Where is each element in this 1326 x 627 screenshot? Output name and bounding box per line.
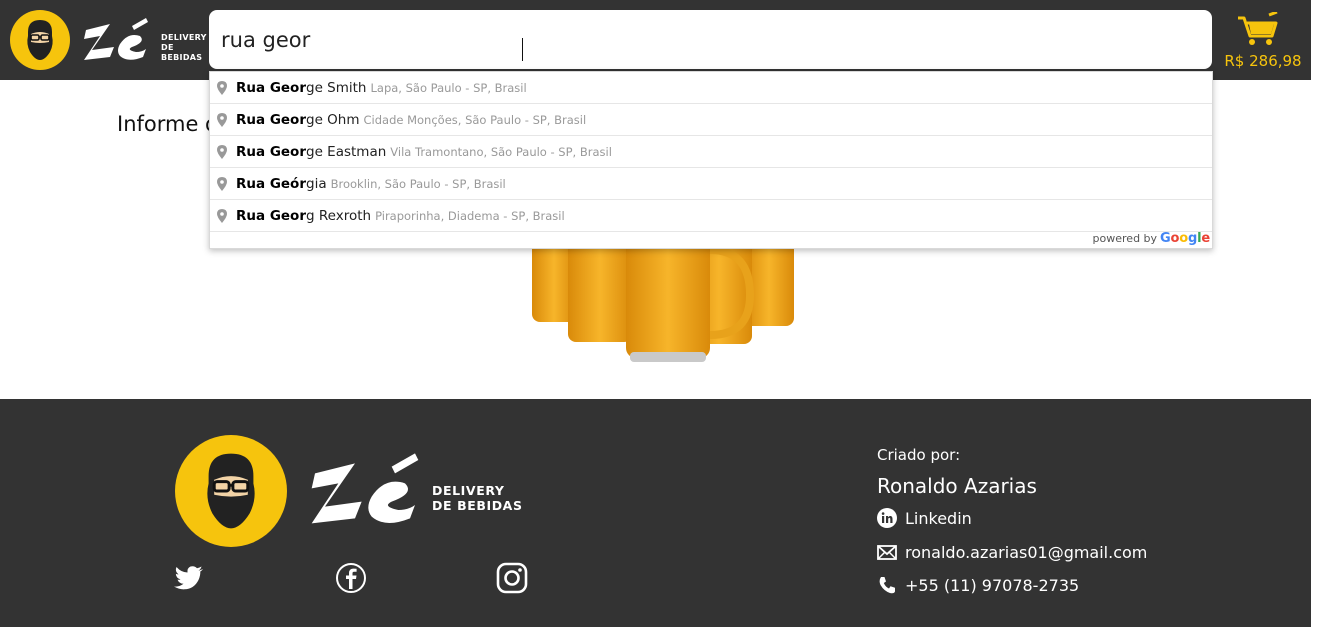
created-by-label: Criado por:	[877, 446, 961, 464]
suggestion-item[interactable]: Rua Georg Rexroth Piraporinha, Diadema -…	[210, 200, 1212, 232]
cart-button[interactable]: R$ 286,98	[1222, 12, 1304, 72]
shopping-cart-icon	[1238, 12, 1278, 45]
map-pin-icon	[217, 113, 227, 127]
google-logo: Google	[1160, 231, 1210, 246]
envelope-icon	[877, 545, 897, 560]
footer-logo: DELIVERY DE BEBIDAS	[175, 435, 535, 550]
linkedin-link[interactable]: Linkedin	[877, 508, 972, 528]
author-credits: Criado por: Ronaldo Azarias Linkedin ron…	[877, 446, 1147, 595]
logo-tagline: DELIVERY DE BEBIDAS	[161, 33, 207, 62]
text-caret	[522, 38, 523, 61]
email-link[interactable]: ronaldo.azarias01@gmail.com	[877, 542, 1147, 562]
map-pin-icon	[217, 81, 227, 95]
address-search-input[interactable]	[209, 10, 1212, 69]
ze-logo-wordmark	[80, 14, 155, 66]
page-title: Informe o	[117, 112, 218, 136]
powered-by-google: powered by Google	[1092, 231, 1211, 246]
mascot-face-icon	[10, 10, 70, 70]
logo-tagline: DELIVERY DE BEBIDAS	[432, 483, 523, 513]
mascot-face-icon	[175, 435, 287, 547]
phone-link[interactable]: +55 (11) 97078-2735	[877, 575, 1079, 595]
suggestion-item[interactable]: Rua Geórgia Brooklin, São Paulo - SP, Br…	[210, 168, 1212, 200]
instagram-icon[interactable]	[496, 562, 528, 594]
phone-icon	[879, 577, 895, 594]
page-footer: DELIVERY DE BEBIDAS Criado por: Ronaldo …	[0, 399, 1311, 627]
suggestion-item[interactable]: Rua George Ohm Cidade Monções, São Paulo…	[210, 104, 1212, 136]
cart-total: R$ 286,98	[1224, 52, 1302, 70]
suggestion-item[interactable]: Rua George Smith Lapa, São Paulo - SP, B…	[210, 72, 1212, 104]
twitter-icon[interactable]	[173, 562, 205, 594]
map-pin-icon	[217, 177, 227, 191]
address-search-box[interactable]	[209, 10, 1212, 69]
header-logo[interactable]: DELIVERY DE BEBIDAS	[10, 10, 206, 70]
facebook-icon[interactable]	[335, 562, 367, 594]
suggestion-item[interactable]: Rua George Eastman Vila Tramontano, São …	[210, 136, 1212, 168]
linkedin-icon	[877, 508, 897, 528]
top-header: DELIVERY DE BEBIDAS R$ 286,98	[0, 0, 1311, 80]
author-name: Ronaldo Azarias	[877, 474, 1037, 498]
autocomplete-dropdown: Rua George Smith Lapa, São Paulo - SP, B…	[209, 71, 1213, 249]
ze-logo-wordmark	[305, 445, 430, 535]
map-pin-icon	[217, 145, 227, 159]
map-pin-icon	[217, 209, 227, 223]
